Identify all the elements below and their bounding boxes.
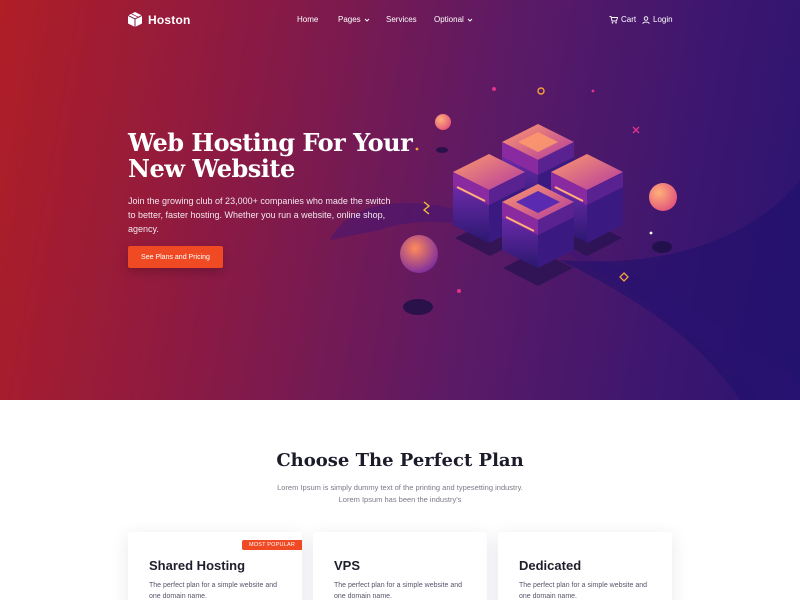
nav-item-optional[interactable]: Optional — [434, 15, 473, 24]
top-navbar: Hoston Home Pages Services Optional Cart… — [0, 0, 800, 40]
chevron-down-icon — [364, 18, 370, 22]
nav-item-label: Optional — [434, 15, 464, 24]
user-icon — [642, 15, 650, 24]
see-plans-button[interactable]: See Plans and Pricing — [128, 246, 223, 268]
hero-title-line1: Web Hosting For Your — [128, 128, 413, 157]
plans-subtitle-line2: Lorem Ipsum has been the industry's — [338, 495, 462, 504]
plans-section-subtitle: Lorem Ipsum is simply dummy text of the … — [250, 482, 550, 506]
login-label: Login — [653, 15, 673, 24]
server-stack-illustration — [400, 87, 677, 315]
nav-item-pages[interactable]: Pages — [338, 15, 370, 24]
plan-name: Shared Hosting — [149, 558, 246, 573]
plan-card-shared-hosting[interactable]: MOST POPULAR Shared Hosting The perfect … — [128, 532, 302, 600]
plans-subtitle-line1: Lorem Ipsum is simply dummy text of the … — [277, 483, 523, 492]
chevron-down-icon — [467, 18, 473, 22]
plan-name: Dedicated — [519, 558, 582, 573]
most-popular-badge: MOST POPULAR — [241, 540, 302, 550]
plan-name: VPS — [334, 558, 361, 573]
hero-subtitle: Join the growing club of 23,000+ compani… — [128, 196, 391, 234]
nav-item-home[interactable]: Home — [297, 15, 318, 24]
cart-label: Cart — [621, 15, 637, 24]
plan-card-dedicated[interactable]: Dedicated The perfect plan for a simple … — [498, 532, 672, 600]
hero-title: Web Hosting For Your New Website — [128, 130, 428, 182]
hero-section: Hoston Home Pages Services Optional Cart… — [0, 0, 800, 400]
plan-card-vps[interactable]: VPS The perfect plan for a simple websit… — [313, 532, 487, 600]
main-menu: Home Pages Services Optional — [0, 15, 800, 27]
cart-link[interactable]: Cart — [609, 15, 636, 24]
cart-icon — [609, 15, 618, 24]
nav-item-label: Home — [297, 15, 319, 24]
plan-description: The perfect plan for a simple website an… — [334, 582, 463, 600]
hero-title-line2: New Website — [128, 154, 295, 183]
nav-item-label: Pages — [338, 15, 361, 24]
login-link[interactable]: Login — [642, 15, 673, 24]
nav-item-services[interactable]: Services — [386, 15, 417, 24]
nav-item-label: Services — [386, 15, 417, 24]
plan-description: The perfect plan for a simple website an… — [149, 582, 278, 600]
plans-section-title: Choose The Perfect Plan — [276, 450, 524, 471]
plan-description: The perfect plan for a simple website an… — [519, 582, 648, 600]
